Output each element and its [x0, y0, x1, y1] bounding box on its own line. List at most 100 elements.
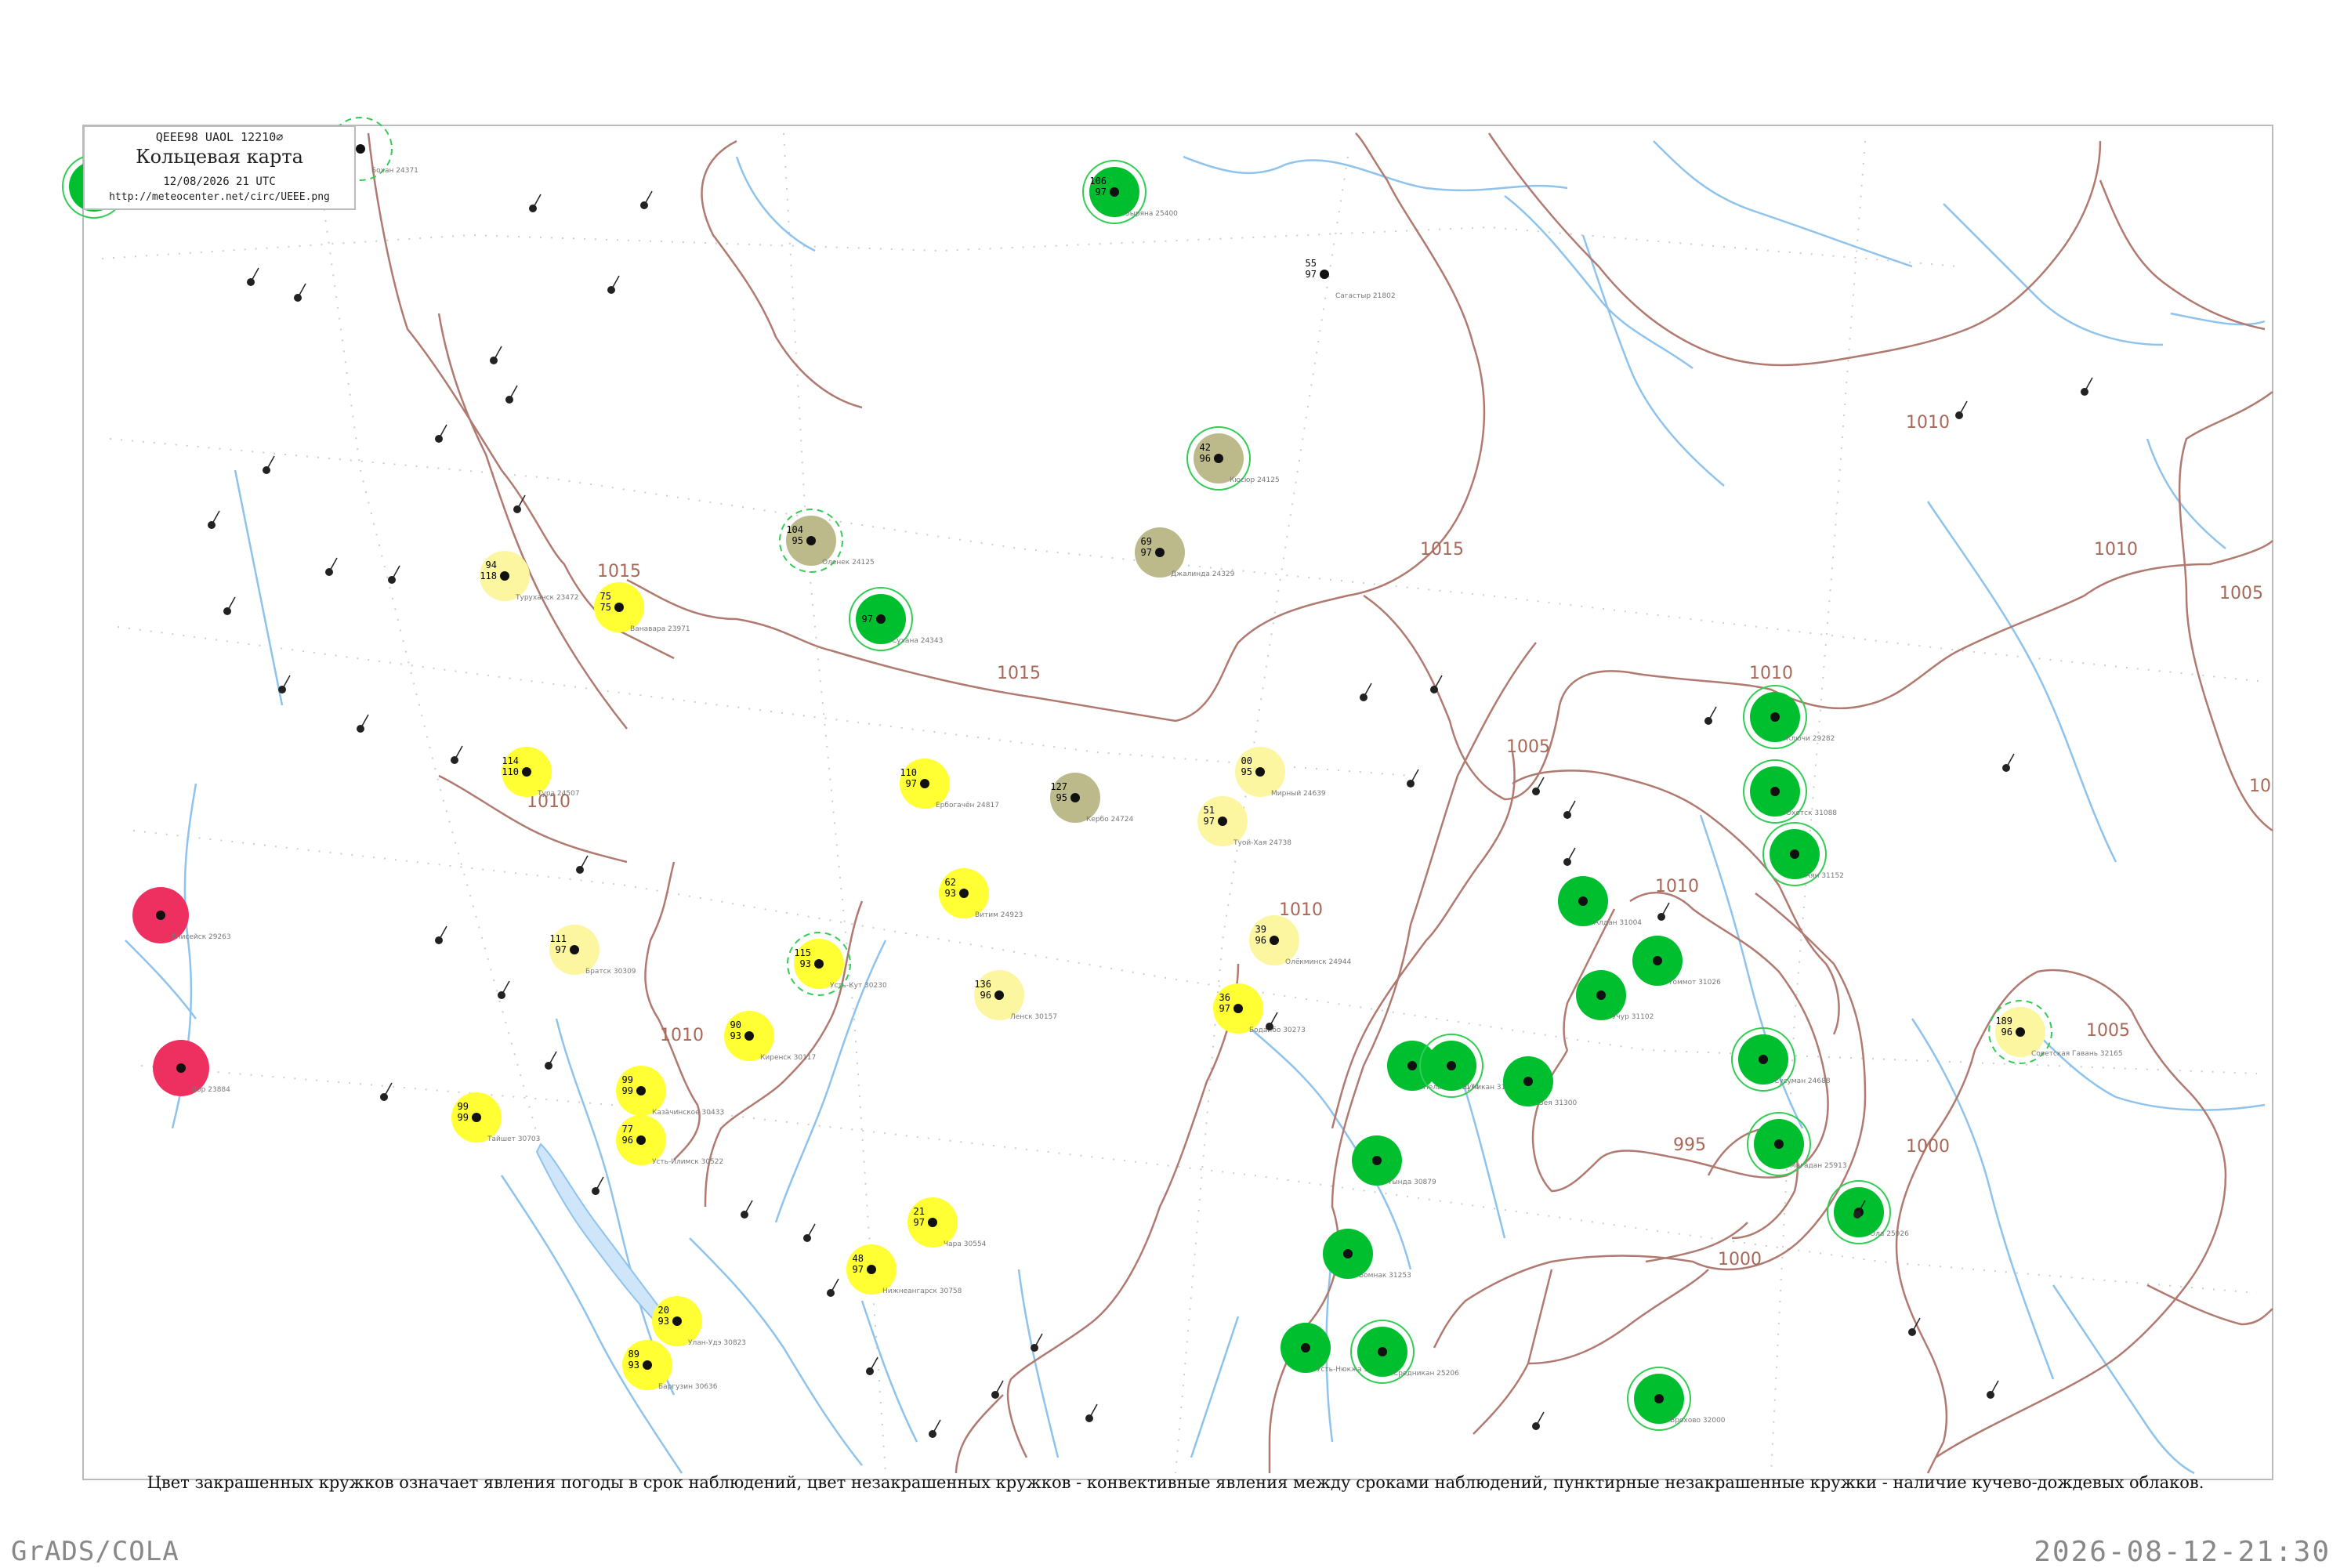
map-caption: Цвет закрашенных кружков означает явлени… [147, 1473, 2204, 1492]
station-dot [500, 571, 509, 581]
station-temp: 00 [1241, 755, 1252, 766]
station-dot [636, 1086, 646, 1095]
isobar-label: 1010 [1906, 413, 1950, 433]
isobar-label: 995 [1673, 1135, 1706, 1155]
station-name: Охотск 31088 [1786, 809, 1837, 817]
station-pressure: 97 [1096, 186, 1107, 197]
station-pressure: 97 [1219, 1003, 1230, 1014]
isobar-label: 1015 [1420, 540, 1464, 559]
station-pressure: 99 [622, 1085, 633, 1096]
station-dot [1320, 270, 1329, 279]
station-dot [1378, 1347, 1387, 1356]
station-dot [1110, 187, 1119, 197]
station-name: Баргузин 30636 [658, 1383, 718, 1391]
station-dot [672, 1316, 682, 1326]
isobar-label: 1015 [597, 562, 641, 581]
station-name: Мирный 24639 [1271, 790, 1326, 798]
isobar-label: 1010 [660, 1026, 704, 1045]
station-dot [1343, 1249, 1353, 1258]
station-pressure: 95 [1241, 766, 1252, 777]
station-pressure: 96 [1255, 935, 1266, 946]
station-pressure: 95 [792, 535, 803, 546]
station-pressure: 93 [658, 1316, 669, 1327]
station-dot [876, 614, 886, 624]
station-name: Бор 23884 [192, 1086, 230, 1094]
isobar-label: 1010 [1655, 877, 1699, 896]
station-dot [806, 536, 816, 545]
station-temp: 99 [458, 1101, 469, 1112]
station-temp: 48 [853, 1253, 864, 1264]
station-name: Сусуман 24688 [1774, 1077, 1831, 1085]
station-dot [1155, 548, 1165, 557]
legend-url: http://meteocenter.net/circ/UEEE.png [109, 191, 330, 203]
station-pressure: 97 [862, 614, 873, 625]
station-dot [1407, 1061, 1417, 1070]
station-temp: 89 [629, 1349, 639, 1360]
station-name: Бодайбо 30273 [1249, 1027, 1306, 1034]
station-pressure: 97 [914, 1217, 925, 1228]
station-name: Нижнеангарск 30758 [882, 1287, 962, 1295]
station-name: Ванавара 23971 [630, 625, 690, 633]
station-dot [959, 889, 969, 898]
station-name: Средникан 25206 [1393, 1370, 1459, 1378]
station-name: Сагастыр 21802 [1335, 292, 1396, 300]
station-dot [1578, 896, 1588, 906]
station-name: Тура 24507 [537, 790, 580, 798]
station-pressure: 97 [906, 778, 917, 789]
station-dot [570, 945, 579, 954]
station-pressure: 95 [1056, 792, 1067, 803]
station-temp: 69 [1141, 536, 1152, 547]
station-dot [1774, 1139, 1784, 1149]
station-dot [1653, 956, 1662, 965]
station-name: Кюсюр 24125 [1230, 476, 1280, 484]
station-dot [920, 779, 929, 788]
station-pressure: 118 [480, 570, 497, 581]
station-dot [1233, 1004, 1243, 1013]
station-pressure: 93 [945, 888, 956, 899]
isobar-label: 1010 [1279, 900, 1323, 920]
station-name: Улан-Удэ 30823 [688, 1339, 746, 1347]
station-pressure: 93 [800, 958, 811, 969]
station-pressure: 96 [980, 990, 991, 1001]
isobar-label: 1005 [2086, 1021, 2130, 1041]
station-dot [643, 1360, 652, 1370]
station-name: Томмот 31026 [1668, 979, 1721, 987]
station-dot [1770, 712, 1780, 722]
station-name: Джалинда 24329 [1171, 570, 1235, 578]
footer-timestamp: 2026-08-12-21:30 [2034, 1536, 2331, 1568]
station-dot [1214, 454, 1223, 463]
station-name: Магадан 25913 [1790, 1162, 1847, 1170]
station-name: Алдан 31004 [1594, 919, 1642, 927]
station-dot [614, 603, 624, 612]
isobar-label: 1010 [1749, 664, 1793, 683]
station-name: Усть-Илимск 30522 [652, 1158, 723, 1166]
station-name: Сухана 24343 [892, 637, 943, 645]
legend-code: QEEE98 UAOL 12210∅ [155, 130, 284, 144]
station-name: Казачинское 30433 [652, 1109, 724, 1117]
station-temp: 21 [914, 1206, 925, 1217]
station-name: Кербо 24724 [1086, 816, 1133, 824]
station-temp: 99 [622, 1074, 633, 1085]
station-pressure: 96 [1200, 453, 1211, 464]
footer-software: GrADS/COLA [11, 1536, 179, 1567]
station-name: Бомнак 31253 [1359, 1272, 1411, 1280]
station-name: Витим 24923 [975, 911, 1023, 919]
station-name: Зея 31300 [1539, 1099, 1577, 1107]
station-name: Усть-Кут 30230 [830, 982, 887, 990]
station-temp: 136 [974, 979, 991, 990]
station-name: Енисейск 29263 [172, 933, 231, 941]
station-temp: 55 [1306, 258, 1317, 269]
station-name: Ключи 29282 [1786, 735, 1835, 743]
map-legend: QEEE98 UAOL 12210∅ Кольцевая карта 12/08… [83, 125, 356, 210]
station-dot [1447, 1061, 1456, 1070]
station-dot [522, 767, 531, 777]
station-dot [1070, 793, 1080, 802]
isobar-label: 1010 [2094, 540, 2138, 559]
station-name: Ола 25926 [1870, 1230, 1909, 1238]
legend-title: Кольцевая карта [136, 146, 303, 168]
station-temp: 115 [794, 947, 811, 958]
station-name: Киренск 30117 [760, 1054, 816, 1062]
station-dot [1770, 787, 1780, 796]
synoptic-map: 1015 1015 1015 1010 1010 1010 1010 1010 … [62, 117, 2273, 1480]
station-temp: 111 [549, 933, 567, 944]
